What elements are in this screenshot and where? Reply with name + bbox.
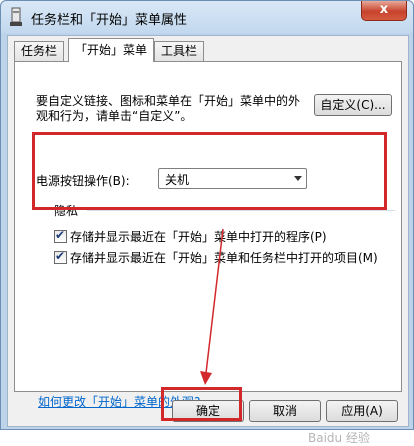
annotation-arrow	[200, 228, 224, 385]
properties-dialog: 任务栏和「开始」菜单属性 x 任务栏 「开始」菜单 工具栏 要自定义链接、图标和…	[0, 0, 414, 445]
watermark: Baidu 经验	[308, 431, 370, 445]
tab-start-menu[interactable]: 「开始」菜单	[68, 38, 155, 62]
